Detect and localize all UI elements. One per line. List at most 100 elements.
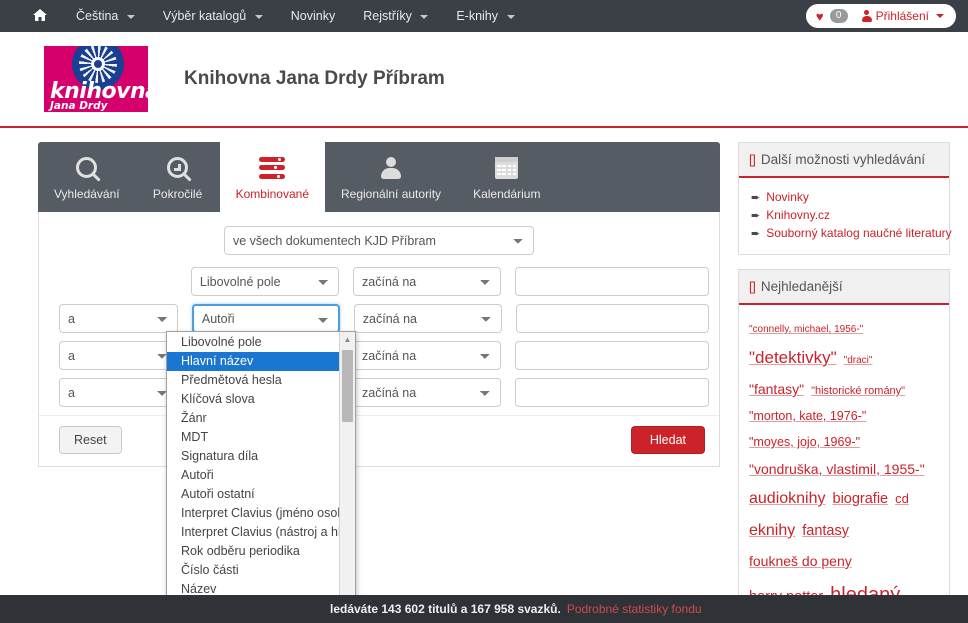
tag-cloud-item[interactable]: "detektivky" — [749, 341, 837, 375]
field-dropdown-list[interactable]: Libovolné pole Hlavní název Předmětová hes… — [166, 331, 356, 619]
more-options-title: Další možnosti vyhledávání — [760, 152, 926, 167]
page-title: Knihovna Jana Drdy Příbram — [184, 68, 445, 89]
content-area: Vyhledávání Pokročilé Kombinované Region… — [0, 128, 968, 623]
person-icon — [861, 10, 872, 22]
top-navigation-bar: Čeština Výběr katalogů Novinky Rejstříky… — [0, 0, 968, 32]
dropdown-option[interactable]: Libovolné pole — [167, 333, 340, 352]
dropdown-option[interactable]: Signatura díla — [167, 447, 340, 466]
footer-stats-link[interactable]: Podrobné statistiky fondu — [567, 602, 702, 616]
reset-button[interactable]: Reset — [59, 426, 122, 454]
field-select-1[interactable]: Libovolné pole — [190, 267, 340, 296]
tag-cloud-item[interactable]: "historické romány" — [811, 380, 905, 402]
tab-kalendarium[interactable]: Kalendárium — [457, 142, 556, 212]
link-label: Souborný katalog naučné literatury — [766, 226, 952, 240]
search-input-1[interactable] — [515, 267, 710, 296]
operator-select-3[interactable]: a — [59, 341, 179, 370]
nav-item-vyber-katalogu[interactable]: Výběr katalogů — [149, 0, 277, 32]
more-options-card: [ ] Další možnosti vyhledávání ➨ Novinky… — [738, 142, 952, 255]
field-select-2[interactable]: Autoři — [191, 304, 340, 333]
scrollbar-thumb[interactable] — [342, 350, 353, 422]
dropdown-option[interactable]: Autoři ostatní — [167, 485, 340, 504]
dropdown-option[interactable]: Interpret Clavius (jméno osoby) — [167, 504, 355, 523]
calendar-icon — [495, 155, 519, 181]
tag-cloud-item[interactable]: "morton, kate, 1976-" — [749, 404, 866, 429]
scope-row: ve všech dokumentech KJD Příbram — [39, 226, 719, 255]
chevron-down-icon — [126, 14, 135, 19]
dropdown-option[interactable]: Rok odběru periodika — [167, 542, 340, 561]
tab-regionalni-autority[interactable]: Regionální autority — [325, 142, 457, 212]
search-input-3[interactable] — [515, 341, 709, 370]
comparator-select-1[interactable]: začíná na — [353, 267, 502, 296]
nav-item-novinky[interactable]: Novinky — [277, 0, 349, 32]
nav-item-eknihy[interactable]: E-knihy — [442, 0, 528, 32]
tag-cloud-item[interactable]: "draci" — [844, 351, 873, 371]
chevron-down-icon — [420, 14, 429, 19]
scroll-up-arrow-icon[interactable]: ▲ — [340, 332, 355, 347]
dropdown-option[interactable]: Interpret Clavius (nástroj a hlas) — [167, 523, 355, 542]
operator-select-4[interactable]: a — [59, 378, 179, 407]
comparator-select-2[interactable]: začíná na — [353, 304, 502, 333]
dropdown-option[interactable]: Klíčová slova — [167, 390, 340, 409]
dropdown-scrollbar[interactable]: ▲ ▼ — [339, 332, 355, 618]
nav-item-cestina[interactable]: Čeština — [62, 0, 149, 32]
more-options-body: ➨ Novinky ➨ Knihovny.cz ➨ Souborný katal… — [739, 178, 952, 254]
comparator-select-4[interactable]: začíná na — [353, 378, 502, 407]
tab-pokrocile[interactable]: Pokročilé — [136, 142, 220, 212]
dropdown-option[interactable]: Autoři — [167, 466, 340, 485]
nav-home-link[interactable] — [18, 0, 62, 32]
most-searched-title-bar: [ ] Nejhledanější — [739, 270, 949, 305]
sidebar-link-knihovny-cz[interactable]: ➨ Knihovny.cz — [751, 206, 937, 224]
dropdown-option[interactable]: Předmětová hesla — [167, 371, 340, 390]
dropdown-option[interactable]: Číslo části — [167, 561, 340, 580]
link-label: Novinky — [766, 190, 809, 204]
tag-cloud-item[interactable]: "moyes, jojo, 1969-" — [749, 430, 860, 455]
nav-label: Novinky — [290, 9, 336, 23]
favorites-count-badge: 0 — [829, 9, 848, 23]
chevron-down-icon — [506, 14, 515, 19]
home-icon — [32, 2, 48, 21]
login-label: Přihlášení — [875, 9, 929, 23]
tab-label: Vyhledávání — [54, 186, 120, 201]
nav-links: Čeština Výběr katalogů Novinky Rejstříky… — [18, 0, 529, 32]
tab-vyhledavani[interactable]: Vyhledávání — [38, 142, 136, 212]
search-row-3: a začíná na — [39, 341, 719, 370]
operator-select-2[interactable]: a — [59, 304, 178, 333]
brand-header: knihovna Jana Drdy Příbram Knihovna Jana… — [0, 32, 968, 128]
search-row-2: a Autoři začíná na — [39, 304, 719, 333]
tab-kombinovane[interactable]: Kombinované — [219, 142, 325, 212]
nav-item-rejstriky[interactable]: Rejstříky — [349, 0, 442, 32]
search-input-4[interactable] — [515, 378, 709, 407]
comparator-select-3[interactable]: začíná na — [353, 341, 502, 370]
chevron-down-icon — [254, 14, 263, 19]
main-column: Vyhledávání Pokročilé Kombinované Region… — [38, 142, 720, 467]
dropdown-option[interactable]: Žánr — [167, 409, 340, 428]
search-button[interactable]: Hledat — [630, 426, 705, 454]
tag-cloud-item[interactable]: biografie — [833, 485, 889, 514]
library-logo[interactable]: knihovna Jana Drdy Příbram — [44, 46, 148, 112]
dropdown-options: Libovolné pole Hlavní název Předmětová hes… — [167, 333, 355, 618]
status-footer: ledáváte 143 602 titulů a 167 958 svazků… — [0, 595, 968, 623]
sidebar-link-souborny-katalog[interactable]: ➨ Souborný katalog naučné literatury — [751, 224, 952, 242]
tab-label: Regionální autority — [341, 186, 442, 201]
search-input-2[interactable] — [515, 304, 709, 333]
tag-cloud-item[interactable]: "fantasy" — [749, 375, 804, 403]
arrow-icon: ➨ — [751, 227, 761, 240]
sidebar-link-novinky[interactable]: ➨ Novinky — [751, 188, 937, 206]
tag-cloud-item[interactable]: "vondruška, vlastimil, 1955-" — [749, 455, 925, 483]
dropdown-option[interactable]: Hlavní název — [167, 352, 340, 371]
tag-cloud-item[interactable]: foukneš do peny — [749, 547, 852, 575]
tag-cloud-item[interactable]: "connelly, michael, 1956-" — [749, 320, 863, 340]
tag-cloud-item[interactable]: audioknihy — [749, 483, 826, 515]
tab-label: Pokročilé — [152, 186, 203, 201]
search-row-1: Libovolné pole začíná na — [39, 267, 719, 296]
search-scope-select[interactable]: ve všech dokumentech KJD Příbram — [224, 226, 534, 255]
more-options-title-bar: [ ] Další možnosti vyhledávání — [739, 143, 949, 178]
tag-cloud-item[interactable]: fantasy — [802, 517, 849, 546]
combined-search-panel: ve všech dokumentech KJD Příbram Libovol… — [38, 212, 720, 467]
login-button[interactable]: Přihlášení — [861, 9, 944, 23]
sidebar: [ ] Další možnosti vyhledávání ➨ Novinky… — [738, 142, 952, 623]
tag-cloud-item[interactable]: cd — [895, 486, 909, 512]
tag-cloud-item[interactable]: eknihy — [749, 515, 795, 547]
heart-icon[interactable]: ♥ — [816, 10, 824, 23]
dropdown-option[interactable]: MDT — [167, 428, 340, 447]
